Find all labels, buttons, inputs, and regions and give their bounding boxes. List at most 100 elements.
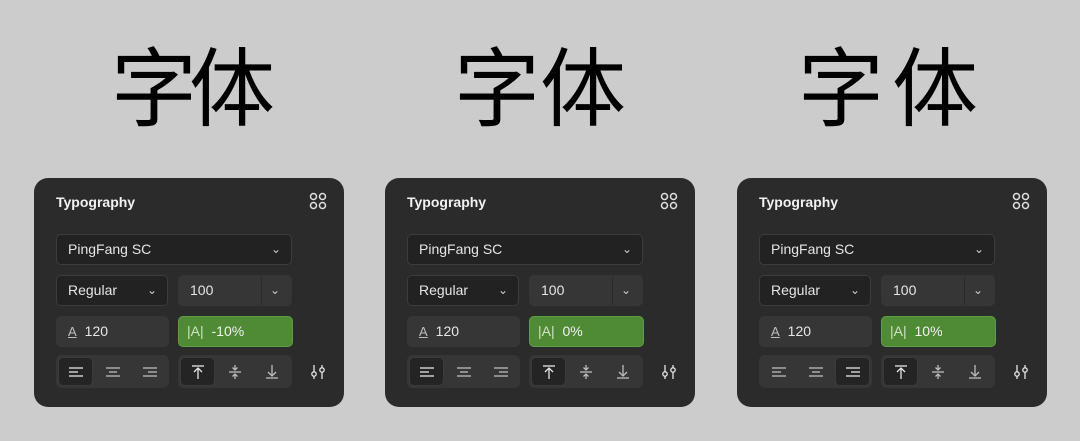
align-middle-icon xyxy=(931,364,944,379)
letter-spacing-input[interactable]: |A| 10% xyxy=(881,316,996,347)
align-left-icon xyxy=(419,366,434,377)
align-top-button[interactable] xyxy=(180,357,215,386)
align-center-icon xyxy=(105,366,120,377)
letter-spacing-icon: |A| xyxy=(890,323,907,339)
chevron-down-icon[interactable]: ⌄ xyxy=(621,276,631,305)
text-align-group xyxy=(407,355,520,388)
typography-panel: Typography PingFang SC ⌄ Regular ⌄ 100 ⌄… xyxy=(34,178,344,407)
align-top-button[interactable] xyxy=(883,357,918,386)
align-right-icon xyxy=(142,366,157,377)
align-right-icon xyxy=(493,366,508,377)
align-center-button[interactable] xyxy=(798,357,833,386)
letter-spacing-input[interactable]: |A| 0% xyxy=(529,316,644,347)
align-right-icon xyxy=(845,366,860,377)
font-size-value: 100 xyxy=(541,282,565,298)
align-bottom-icon xyxy=(616,364,629,379)
sample-text: 字体 xyxy=(111,40,275,140)
sample-text: 字体 xyxy=(454,40,626,140)
line-height-value: 120 xyxy=(787,323,812,339)
line-height-input[interactable]: A 120 xyxy=(759,316,872,347)
font-weight-value: Regular xyxy=(771,282,821,298)
line-height-input[interactable]: A 120 xyxy=(407,316,520,347)
align-left-button[interactable] xyxy=(58,357,93,386)
typography-example-positive: 字体 Typography PingFang SC ⌄ Regular ⌄ 10… xyxy=(737,0,1047,441)
align-middle-icon xyxy=(579,364,592,379)
letter-spacing-input[interactable]: |A| -10% xyxy=(178,316,293,347)
letter-spacing-value: -10% xyxy=(211,323,245,339)
font-weight-select[interactable]: Regular ⌄ xyxy=(407,275,519,306)
align-center-button[interactable] xyxy=(446,357,481,386)
align-middle-icon xyxy=(228,364,241,379)
align-left-icon xyxy=(68,366,83,377)
chevron-down-icon[interactable]: ⌄ xyxy=(973,276,983,305)
align-top-icon xyxy=(191,364,204,379)
font-weight-select[interactable]: Regular ⌄ xyxy=(56,275,168,306)
font-size-input[interactable]: 100 ⌄ xyxy=(881,275,995,306)
chevron-down-icon: ⌄ xyxy=(621,242,632,256)
panel-title: Typography xyxy=(759,194,839,210)
font-family-select[interactable]: PingFang SC ⌄ xyxy=(407,234,643,265)
letter-spacing-value: 10% xyxy=(914,323,943,339)
align-bottom-button[interactable] xyxy=(254,357,289,386)
font-weight-select[interactable]: Regular ⌄ xyxy=(759,275,871,306)
align-right-button[interactable] xyxy=(132,357,167,386)
align-bottom-button[interactable] xyxy=(957,357,992,386)
font-weight-value: Regular xyxy=(68,282,118,298)
styles-grid-icon[interactable] xyxy=(660,192,678,210)
align-center-icon xyxy=(808,366,823,377)
align-middle-button[interactable] xyxy=(217,357,252,386)
typography-settings-icon[interactable] xyxy=(310,364,326,380)
chevron-down-icon: ⌄ xyxy=(146,283,157,297)
font-family-select[interactable]: PingFang SC ⌄ xyxy=(56,234,292,265)
line-height-icon: A xyxy=(68,324,77,339)
sample-text: 字体 xyxy=(798,40,986,140)
panel-title: Typography xyxy=(56,194,136,210)
font-family-value: PingFang SC xyxy=(68,241,152,257)
align-top-icon xyxy=(542,364,555,379)
text-align-group xyxy=(56,355,169,388)
align-left-button[interactable] xyxy=(409,357,444,386)
styles-grid-icon[interactable] xyxy=(1012,192,1030,210)
vertical-align-group xyxy=(881,355,995,388)
typography-settings-icon[interactable] xyxy=(661,364,677,380)
chevron-down-icon: ⌄ xyxy=(497,283,508,297)
line-height-value: 120 xyxy=(84,323,109,339)
chevron-down-icon: ⌄ xyxy=(849,283,860,297)
font-size-value: 100 xyxy=(893,282,917,298)
line-height-value: 120 xyxy=(435,323,460,339)
line-height-icon: A xyxy=(419,324,428,339)
typography-example-zero: 字体 Typography PingFang SC ⌄ Regular ⌄ 10… xyxy=(385,0,695,441)
font-weight-value: Regular xyxy=(419,282,469,298)
typography-panel: Typography PingFang SC ⌄ Regular ⌄ 100 ⌄… xyxy=(385,178,695,407)
align-bottom-button[interactable] xyxy=(605,357,640,386)
align-middle-button[interactable] xyxy=(568,357,603,386)
divider xyxy=(612,276,613,305)
typography-settings-icon[interactable] xyxy=(1013,364,1029,380)
divider xyxy=(964,276,965,305)
align-bottom-icon xyxy=(968,364,981,379)
align-middle-button[interactable] xyxy=(920,357,955,386)
align-left-icon xyxy=(771,366,786,377)
vertical-align-group xyxy=(529,355,643,388)
font-size-input[interactable]: 100 ⌄ xyxy=(529,275,643,306)
styles-grid-icon[interactable] xyxy=(309,192,327,210)
align-left-button[interactable] xyxy=(761,357,796,386)
chevron-down-icon: ⌄ xyxy=(973,242,984,256)
align-top-icon xyxy=(894,364,907,379)
letter-spacing-value: 0% xyxy=(562,323,583,339)
typography-panel: Typography PingFang SC ⌄ Regular ⌄ 100 ⌄… xyxy=(737,178,1047,407)
align-right-button[interactable] xyxy=(835,357,870,386)
divider xyxy=(261,276,262,305)
line-height-input[interactable]: A 120 xyxy=(56,316,169,347)
chevron-down-icon[interactable]: ⌄ xyxy=(270,276,280,305)
align-center-button[interactable] xyxy=(95,357,130,386)
font-size-value: 100 xyxy=(190,282,214,298)
align-top-button[interactable] xyxy=(531,357,566,386)
font-family-select[interactable]: PingFang SC ⌄ xyxy=(759,234,995,265)
font-family-value: PingFang SC xyxy=(771,241,855,257)
vertical-align-group xyxy=(178,355,292,388)
align-right-button[interactable] xyxy=(483,357,518,386)
font-size-input[interactable]: 100 ⌄ xyxy=(178,275,292,306)
line-height-icon: A xyxy=(771,324,780,339)
align-center-icon xyxy=(456,366,471,377)
